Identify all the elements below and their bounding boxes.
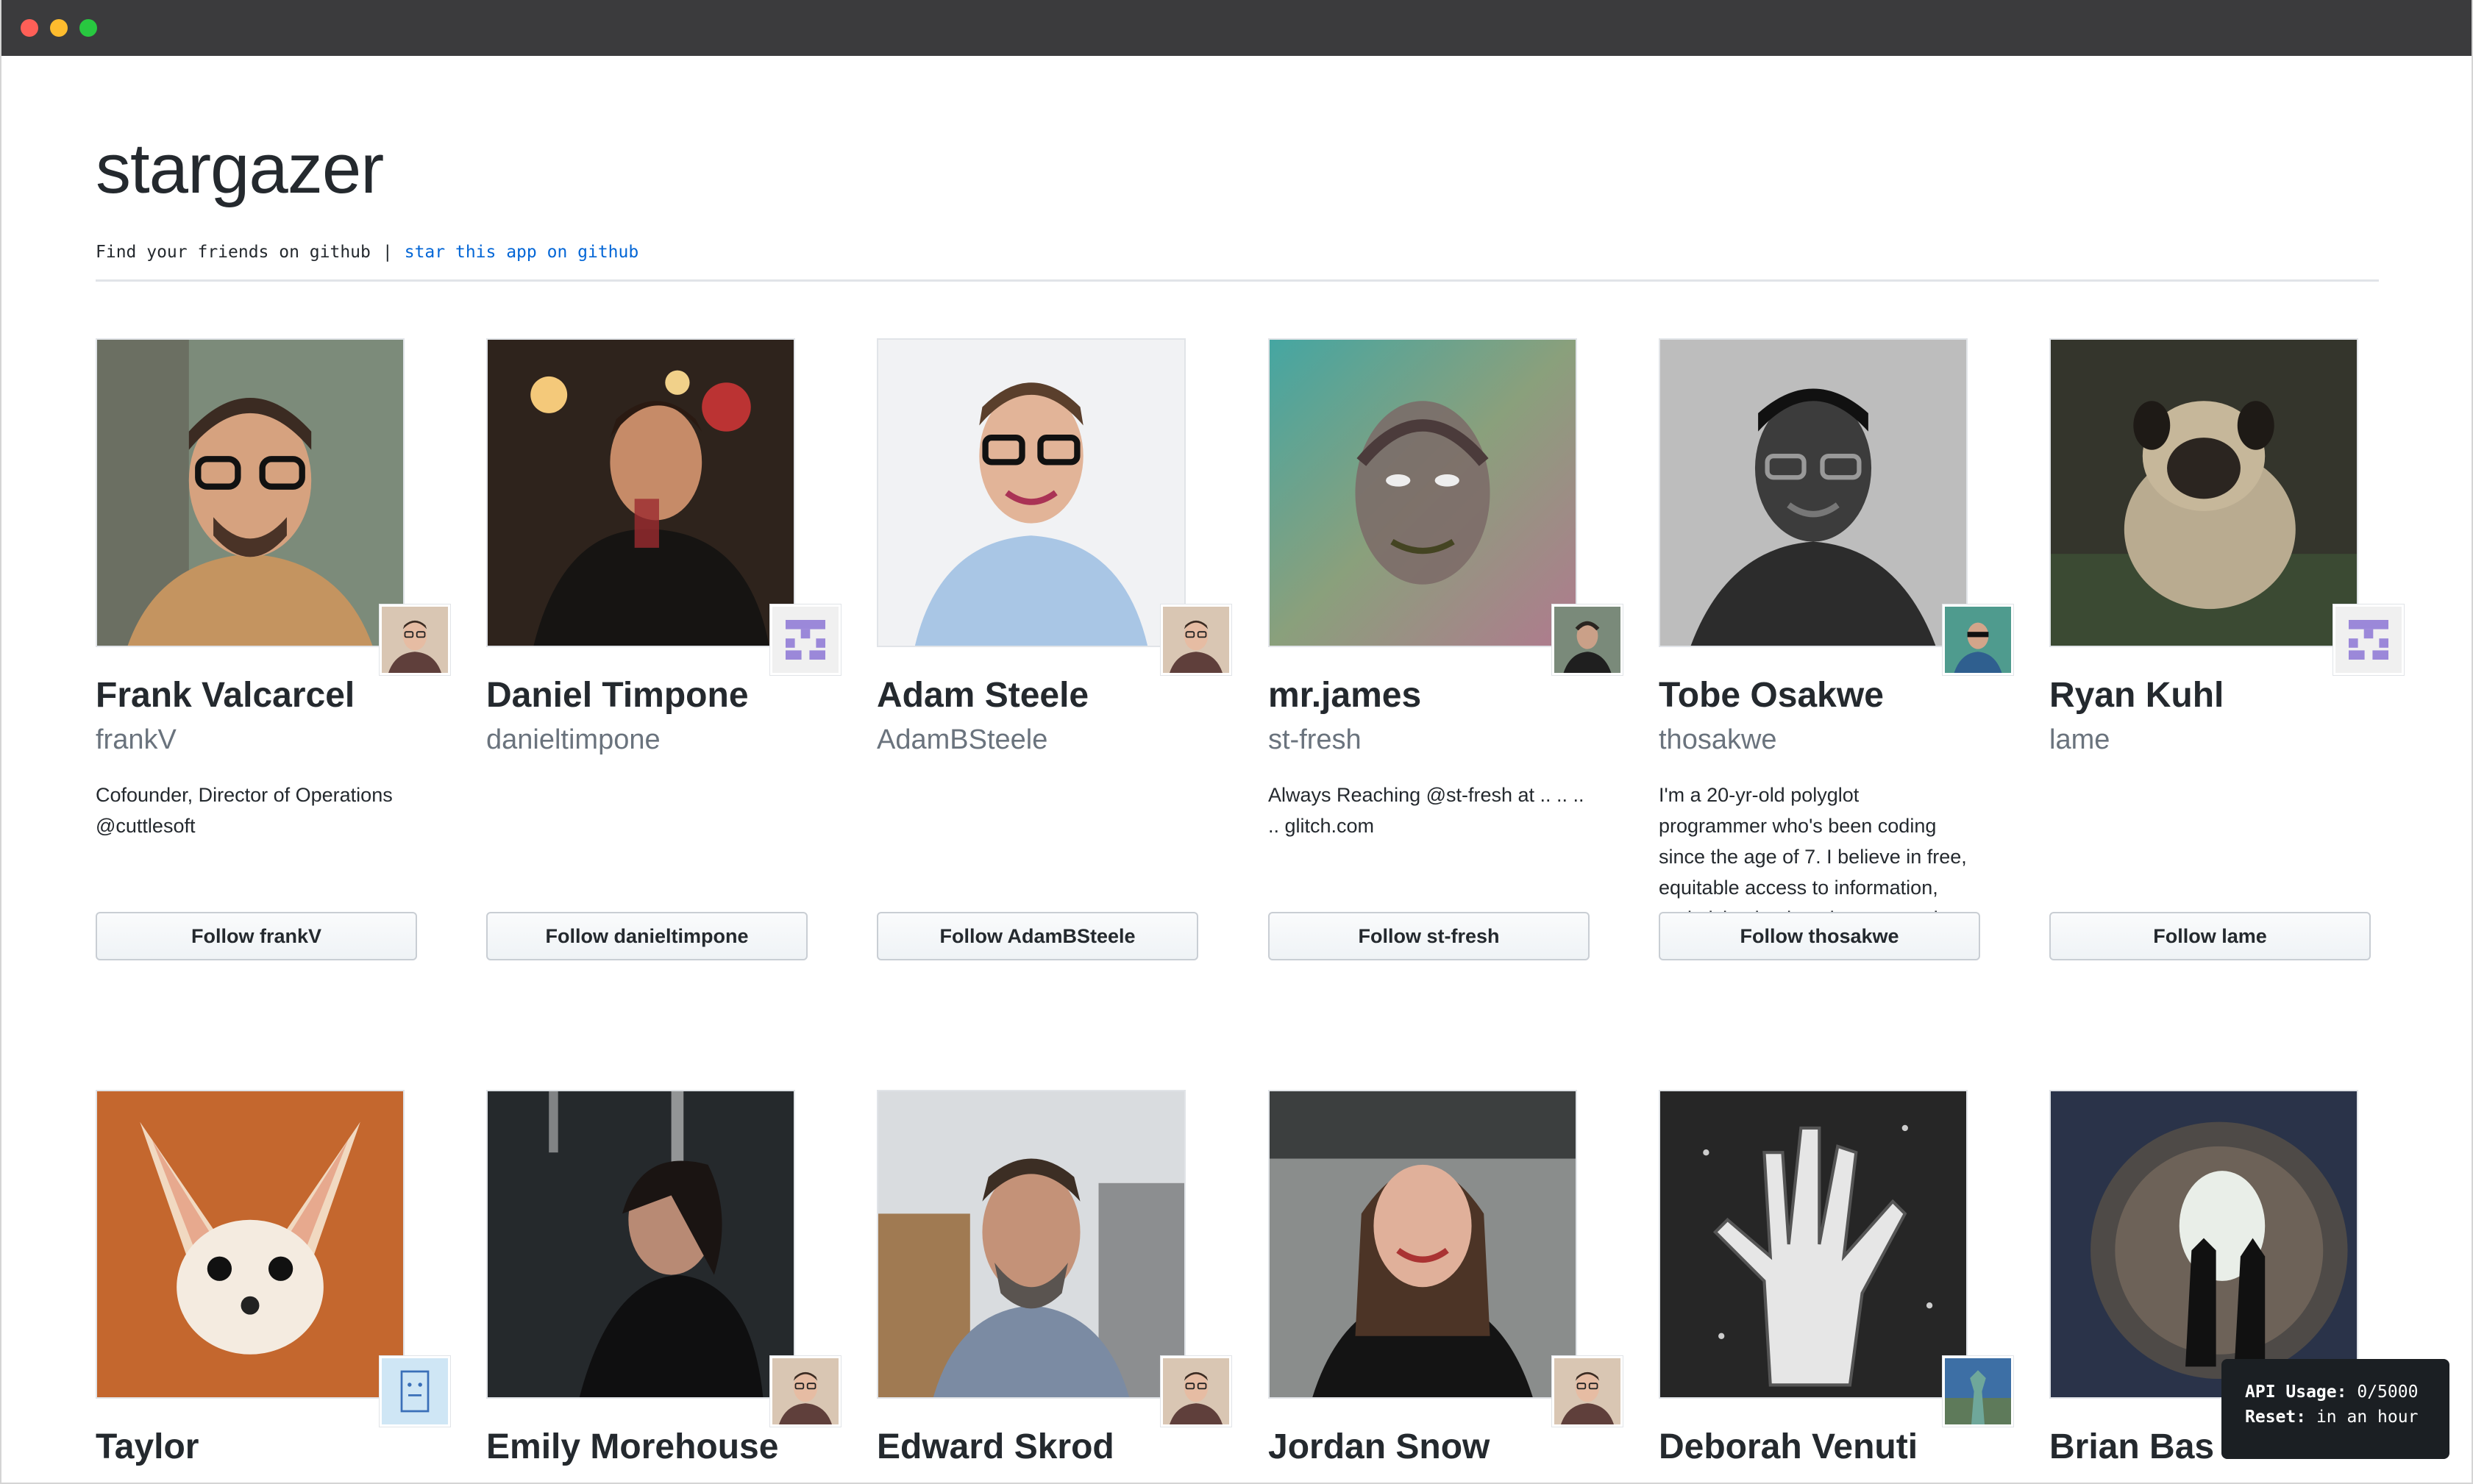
star-app-link[interactable]: star this app on github [405, 243, 639, 262]
user-name: Taylor [96, 1427, 199, 1466]
user-login: AdamBSteele [877, 724, 1048, 755]
user-avatar[interactable] [2049, 338, 2358, 647]
user-bio-line: .. glitch.com [1268, 815, 1375, 837]
api-usage-panel: API Usage: 0/5000 Reset: in an hour [2221, 1359, 2449, 1459]
user-bio-line: @cuttlesoft [96, 815, 196, 837]
user-login: frankV [96, 724, 177, 755]
page-subtitle: Find your friends on github | star this ap… [96, 241, 2379, 263]
user-avatar[interactable] [486, 1090, 795, 1399]
stargazer-mini-avatar[interactable] [770, 1356, 841, 1427]
close-window-button[interactable] [21, 19, 38, 37]
api-reset-label: Reset: [2245, 1408, 2307, 1427]
follow-button[interactable]: Follow lame [2049, 912, 2371, 960]
user-avatar[interactable] [877, 338, 1186, 647]
minimize-window-button[interactable] [50, 19, 68, 37]
user-bio-line: I'm a 20-yr-old polyglot [1659, 784, 1860, 806]
user-bio-line: Always Reaching @st-fresh at .. .. .. [1268, 784, 1584, 806]
user-name: mr.james [1268, 676, 1422, 715]
follow-button[interactable]: Follow frankV [96, 912, 417, 960]
user-avatar[interactable] [96, 338, 405, 647]
user-name: Adam Steele [877, 676, 1089, 715]
user-name: Emily Morehouse [486, 1427, 779, 1466]
user-avatar[interactable] [1659, 338, 1968, 647]
user-bio: Cofounder, Director of Operations @cuttle… [96, 780, 417, 841]
user-avatar[interactable] [1659, 1090, 1968, 1399]
header-divider [96, 279, 2379, 282]
user-avatar[interactable] [486, 338, 795, 647]
stargazer-mini-avatar[interactable] [1552, 604, 1623, 675]
user-name: Brian Bas [2049, 1427, 2215, 1466]
user-name: Edward Skrod [877, 1427, 1114, 1466]
stargazer-mini-avatar[interactable] [1161, 1356, 1231, 1427]
user-name: Deborah Venuti [1659, 1427, 1918, 1466]
user-bio-line: equitable access to information, [1659, 877, 1938, 899]
api-reset-value: in an hour [2316, 1408, 2419, 1427]
tagline: Find your friends on github [96, 243, 371, 262]
stargazer-mini-avatar[interactable] [1161, 604, 1231, 675]
user-login: lame [2049, 724, 2110, 755]
stargazer-mini-avatar[interactable] [1943, 604, 2013, 675]
page-header: stargazer Find your friends on github | st… [96, 125, 2379, 263]
user-bio-line: since the age of 7. I believe in free, [1659, 846, 1967, 868]
user-avatar[interactable] [2049, 1090, 2358, 1399]
user-bio: Always Reaching @st-fresh at .. .. .. .. … [1268, 780, 1590, 841]
user-login: st-fresh [1268, 724, 1362, 755]
user-name: Ryan Kuhl [2049, 676, 2224, 715]
window-titlebar [1, 0, 2472, 56]
user-login: thosakwe [1659, 724, 1777, 755]
api-usage-value: 0/5000 [2357, 1383, 2419, 1402]
api-usage-label: API Usage: [2245, 1383, 2347, 1402]
user-name: Tobe Osakwe [1659, 676, 1884, 715]
user-avatar[interactable] [877, 1090, 1186, 1399]
user-avatar[interactable] [96, 1090, 405, 1399]
user-name: Jordan Snow [1268, 1427, 1490, 1466]
user-avatar[interactable] [1268, 338, 1577, 647]
follow-button[interactable]: Follow thosakwe [1659, 912, 1980, 960]
stargazer-mini-avatar[interactable] [1552, 1356, 1623, 1427]
stargazer-mini-avatar[interactable] [1943, 1356, 2013, 1427]
follow-button[interactable]: Follow danieltimpone [486, 912, 808, 960]
user-bio-line: programmer who's been coding [1659, 815, 1937, 837]
user-avatar[interactable] [1268, 1090, 1577, 1399]
user-name: Frank Valcarcel [96, 676, 355, 715]
tagline-separator: | [382, 243, 393, 262]
stargazer-mini-avatar[interactable] [770, 604, 841, 675]
follow-button[interactable]: Follow st-fresh [1268, 912, 1590, 960]
user-name: Daniel Timpone [486, 676, 749, 715]
user-bio-line: Cofounder, Director of Operations [96, 784, 393, 806]
user-login: danieltimpone [486, 724, 661, 755]
stargazer-mini-avatar[interactable] [380, 1356, 450, 1427]
user-bio: I'm a 20-yr-old polyglot programmer who's… [1659, 780, 1980, 934]
stargazer-mini-avatar[interactable] [380, 604, 450, 675]
follow-button[interactable]: Follow AdamBSteele [877, 912, 1198, 960]
stargazer-mini-avatar[interactable] [2333, 604, 2404, 675]
maximize-window-button[interactable] [79, 19, 97, 37]
page-title: stargazer [96, 129, 384, 208]
browser-window: stargazer Find your friends on github | st… [0, 0, 2473, 1484]
